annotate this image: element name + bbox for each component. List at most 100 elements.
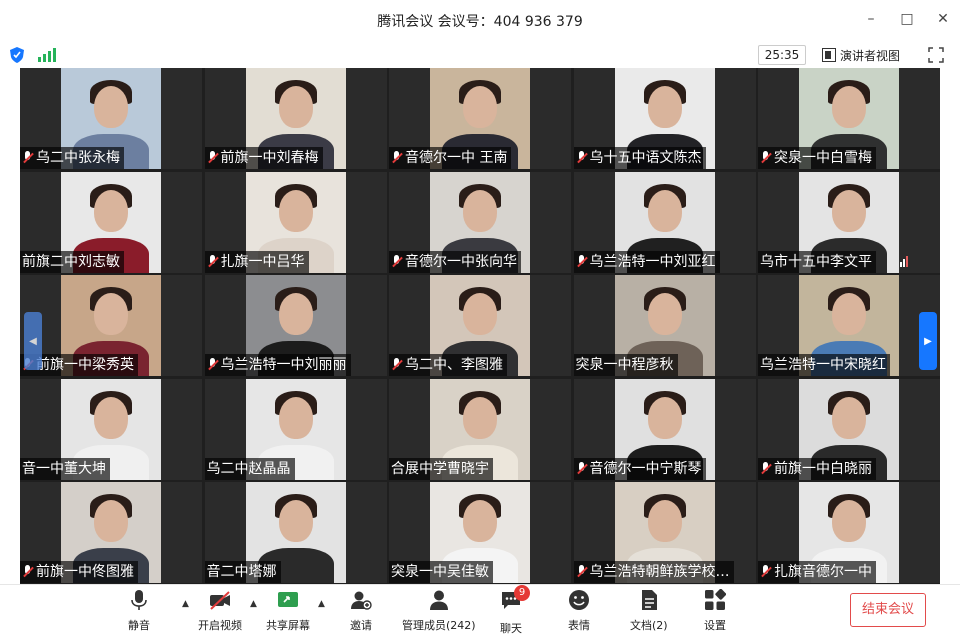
participant-face (463, 293, 497, 335)
participant-face (278, 189, 313, 232)
participant-tile[interactable]: 前旗一中刘春梅 (204, 68, 387, 169)
participant-name-label: 前旗一中白晓丽 (758, 457, 876, 480)
invite-label: 邀请 (350, 619, 372, 632)
settings-label: 设置 (704, 619, 726, 632)
bottom-toolbar: 静音 ▲ 开启视频 ▲ 共享屏幕 ▲ 邀请 管理成员(242) 9 聊天 表情 … (0, 584, 960, 640)
speaker-view-button[interactable]: 演讲者视图 (822, 45, 900, 65)
start-video-button[interactable]: 开启视频 (198, 589, 242, 633)
manage-members-button[interactable]: 管理成员(242) (402, 589, 476, 633)
participant-name: 前旗一中佟图雅 (36, 564, 134, 580)
muted-mic-icon (760, 151, 772, 165)
smiley-icon (569, 590, 589, 610)
participant-tile[interactable]: 扎旗音德尔一中 (758, 482, 940, 583)
grid-settings-icon (705, 589, 726, 610)
speaker-view-icon (822, 48, 836, 62)
participant-name-label: 突泉一中吴佳敏 (389, 561, 493, 583)
start-video-label: 开启视频 (198, 619, 242, 632)
participant-name-label: 扎旗一中吕华 (204, 250, 309, 273)
participant-tile[interactable]: 乌二中赵晶晶 (204, 378, 387, 480)
next-page-button[interactable]: ▶ (919, 312, 937, 370)
reactions-button[interactable]: 表情 (568, 589, 590, 633)
participant-name: 突泉一中吴佳敏 (391, 564, 489, 580)
close-icon[interactable]: ✕ (936, 12, 950, 26)
window-title: 腾讯会议 会议号：404 936 379 (377, 14, 583, 30)
maximize-icon[interactable]: □ (900, 12, 914, 26)
video-options-caret-icon[interactable]: ▲ (250, 599, 257, 609)
participant-name: 扎旗音德尔一中 (774, 564, 872, 580)
title-bar: 腾讯会议 会议号：404 936 379 – □ ✕ (0, 0, 960, 42)
participant-name-label: 乌二中张永梅 (20, 147, 124, 169)
participant-tile[interactable]: 乌兰浩特一中宋晓红 (758, 275, 940, 376)
shield-icon[interactable] (10, 47, 24, 63)
participant-tile[interactable]: 乌兰浩特一中刘丽丽 (204, 275, 387, 376)
participant-name: 乌十五中语文陈杰 (589, 150, 702, 166)
participant-name: 音德尔一中张向华 (405, 253, 517, 270)
participant-name: 前旗一中刘春梅 (220, 150, 319, 166)
participant-tile[interactable]: 音二中塔娜 (204, 482, 387, 583)
participant-face (832, 293, 866, 335)
documents-label: 文档(2) (630, 619, 668, 632)
participant-tile[interactable]: 乌十五中语文陈杰 (573, 68, 756, 169)
prev-page-button[interactable]: ◀ (24, 312, 42, 370)
participant-name: 扎旗一中吕华 (220, 253, 305, 270)
participant-tile[interactable]: 前旗一中佟图雅 (20, 482, 202, 583)
participant-tile[interactable]: 合展中学曹晓宇 (389, 378, 571, 480)
participant-tile[interactable]: 音一中董大坤 (20, 378, 202, 480)
share-screen-button[interactable]: 共享屏幕 (266, 589, 310, 633)
participant-face (94, 189, 128, 232)
documents-button[interactable]: 文档(2) (630, 589, 668, 633)
participant-name: 乌市十五中李文平 (760, 253, 872, 270)
participant-face (94, 293, 128, 335)
participant-name: 乌兰浩特一中刘亚红 (589, 253, 716, 270)
participant-tile[interactable]: 音德尔一中张向华 (389, 171, 571, 273)
participant-tile[interactable]: 前旗一中梁秀英 (20, 275, 202, 376)
participant-tile[interactable]: 乌二中、李图雅 (389, 275, 571, 376)
meeting-timer: 25:35 (758, 45, 806, 65)
participant-tile[interactable]: 乌二中张永梅 (20, 68, 202, 169)
participant-tile[interactable]: 乌市十五中李文平 (758, 171, 940, 273)
participant-face (463, 500, 497, 542)
end-meeting-button[interactable]: 结束会议 (850, 593, 926, 627)
participant-name-label: 音一中董大坤 (20, 457, 110, 480)
mute-button[interactable]: 静音 (128, 589, 150, 633)
participant-name-label: 音德尔一中张向华 (389, 250, 521, 273)
participant-tile[interactable]: 音德尔一中 王南 (389, 68, 571, 169)
participant-tile[interactable]: 前旗一中白晓丽 (758, 378, 940, 480)
participant-face (94, 500, 128, 542)
participant-name: 前旗一中梁秀英 (36, 357, 134, 373)
participant-tile[interactable]: 乌兰浩特一中刘亚红 (573, 171, 756, 273)
participant-face (94, 396, 128, 439)
share-screen-label: 共享屏幕 (266, 619, 310, 632)
participant-tile[interactable]: 音德尔一中宁斯琴 (573, 378, 756, 480)
participant-tile[interactable]: 扎旗一中吕华 (204, 171, 387, 273)
chat-button[interactable]: 9 聊天 (500, 585, 530, 636)
participant-face (94, 86, 128, 128)
invite-button[interactable]: 邀请 (350, 589, 372, 633)
muted-mic-icon (760, 565, 772, 579)
weak-signal-icon (900, 255, 908, 267)
participant-tile[interactable]: 乌兰浩特朝鲜族学校… (573, 482, 756, 583)
mute-options-caret-icon[interactable]: ▲ (182, 599, 189, 609)
add-person-icon (351, 591, 372, 610)
participant-name-label: 前旗一中刘春梅 (204, 147, 323, 169)
participant-name: 前旗二中刘志敏 (22, 253, 120, 270)
network-signal-icon[interactable] (38, 48, 56, 62)
participant-name: 音二中塔娜 (206, 564, 277, 580)
participant-tile[interactable]: 突泉一中白雪梅 (758, 68, 940, 169)
participant-face (647, 396, 682, 439)
participant-tile[interactable]: 突泉一中吴佳敏 (389, 482, 571, 583)
participant-name-label: 扎旗音德尔一中 (758, 561, 876, 583)
share-options-caret-icon[interactable]: ▲ (318, 599, 325, 609)
participant-tile[interactable]: 突泉一中程彦秋 (573, 275, 756, 376)
participant-tile[interactable]: 前旗二中刘志敏 (20, 171, 202, 273)
settings-button[interactable]: 设置 (704, 589, 726, 633)
minimize-icon[interactable]: – (864, 12, 878, 26)
participant-name-label: 前旗一中佟图雅 (20, 561, 138, 583)
chat-unread-badge: 9 (514, 585, 530, 601)
participant-name: 音德尔一中 王南 (405, 150, 508, 166)
participant-face (463, 86, 497, 128)
fullscreen-icon[interactable] (928, 47, 944, 63)
participant-name: 乌兰浩特朝鲜族学校… (589, 564, 730, 580)
muted-mic-icon (207, 254, 219, 269)
participant-face (832, 86, 866, 128)
